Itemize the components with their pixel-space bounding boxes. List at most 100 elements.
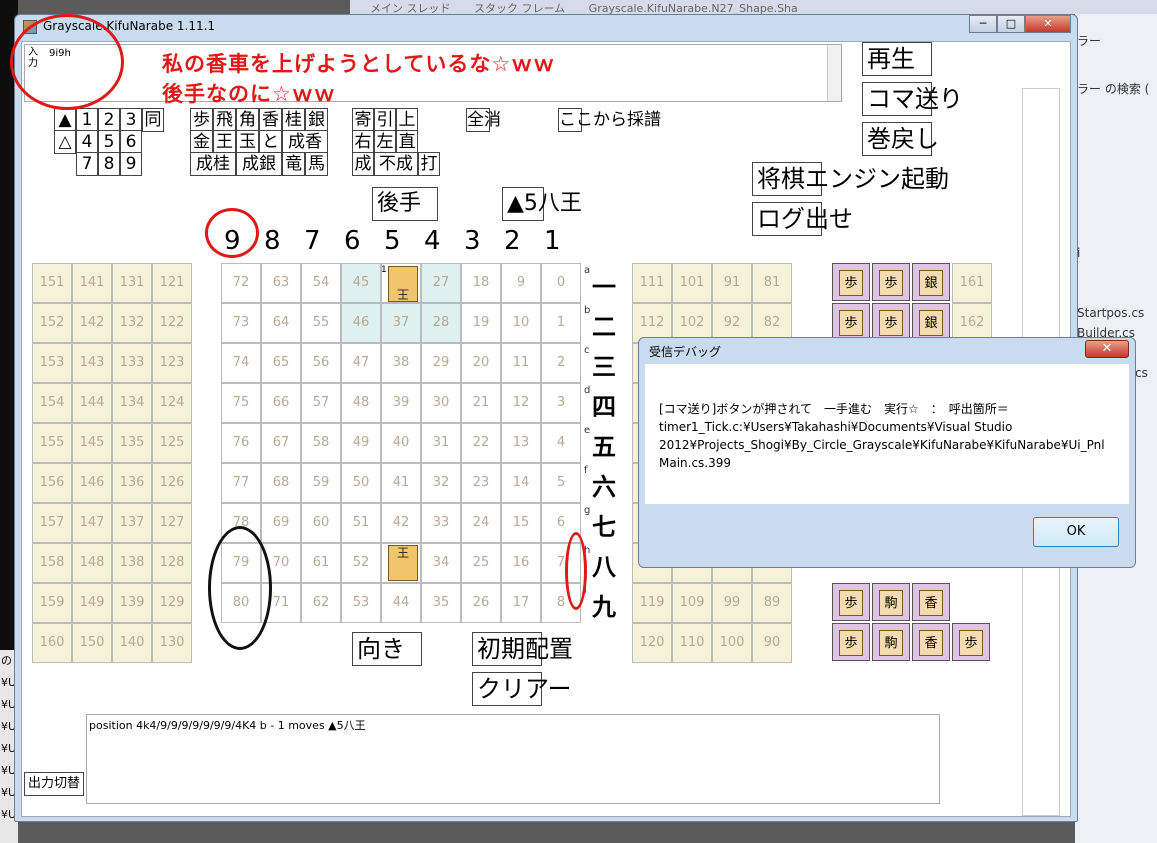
engine-button[interactable]: 将棋エンジン起動 (752, 162, 949, 196)
stand-cell[interactable]: 158 (32, 543, 72, 583)
board-cell[interactable]: 61 (301, 543, 341, 583)
board-cell[interactable]: 35 (421, 583, 461, 623)
minimize-button[interactable]: ─ (969, 15, 997, 33)
board-cell[interactable]: 17 (501, 583, 541, 623)
board-cell[interactable]: 19 (461, 303, 501, 343)
pad-5-button[interactable]: 5 (98, 130, 120, 154)
stand-cell[interactable]: 133 (112, 343, 152, 383)
board-cell[interactable]: 66 (261, 383, 301, 423)
board-cell[interactable]: 77 (221, 463, 261, 503)
dialog-ok-button[interactable]: OK (1033, 517, 1119, 547)
stand-cell[interactable]: 124 (152, 383, 192, 423)
board-cell[interactable]: 22 (461, 423, 501, 463)
stand-cell[interactable]: 89 (752, 583, 792, 623)
ryu-button[interactable]: 竜 (282, 152, 305, 176)
board-cell[interactable]: 76 (221, 423, 261, 463)
board-cell[interactable]: 69 (261, 503, 301, 543)
board-cell[interactable]: 15 (501, 503, 541, 543)
stand-cell[interactable]: 161 (952, 263, 992, 303)
board-cell[interactable]: 4 (541, 423, 581, 463)
stand-cell[interactable]: 125 (152, 423, 192, 463)
stand-cell[interactable]: 135 (112, 423, 152, 463)
clear-all-button[interactable]: 全消 (466, 108, 501, 132)
captured-piece-icon[interactable]: 歩 (952, 623, 990, 661)
captured-piece-icon[interactable]: 歩 (832, 583, 870, 621)
output-textbox[interactable]: position 4k4/9/9/9/9/9/9/9/4K4 b - 1 mov… (86, 714, 940, 804)
narikei-button[interactable]: 成桂 (190, 152, 236, 176)
stand-cell[interactable]: 121 (152, 263, 192, 303)
pad-3-button[interactable]: 3 (120, 108, 142, 132)
utsu-button[interactable]: 打 (418, 152, 440, 176)
stand-cell[interactable]: 153 (32, 343, 72, 383)
board-cell[interactable]: 9 (501, 263, 541, 303)
board-cell[interactable]: 38 (381, 343, 421, 383)
stand-cell[interactable]: 159 (32, 583, 72, 623)
direction-button[interactable]: 向き (352, 632, 422, 666)
captured-piece-icon[interactable]: 香 (912, 623, 950, 661)
stand-cell[interactable]: 91 (712, 263, 752, 303)
stand-cell[interactable]: 130 (152, 623, 192, 663)
ou-button[interactable]: 王 (213, 130, 236, 154)
board-cell[interactable]: 73 (221, 303, 261, 343)
close-button[interactable]: ✕ (1025, 15, 1071, 33)
pad-7-button[interactable]: 7 (76, 152, 98, 176)
pad-8-button[interactable]: 8 (98, 152, 120, 176)
stand-cell[interactable]: 148 (72, 543, 112, 583)
vs-tab[interactable]: メイン スレッド (370, 0, 451, 14)
board-cell[interactable]: 52 (341, 543, 381, 583)
board-cell[interactable]: 63 (261, 263, 301, 303)
captured-piece-icon[interactable]: 歩 (832, 623, 870, 661)
board-cell[interactable]: 11 (501, 343, 541, 383)
log-button[interactable]: ログ出せ (752, 202, 853, 236)
pad-9-button[interactable]: 9 (120, 152, 142, 176)
board-cell[interactable]: 18 (461, 263, 501, 303)
kin-button[interactable]: 金 (190, 130, 213, 154)
board-cell[interactable]: 51 (341, 503, 381, 543)
stand-cell[interactable]: 120 (632, 623, 672, 663)
board-cell[interactable]: 57 (301, 383, 341, 423)
narikyo-button[interactable]: 成香 (282, 130, 328, 154)
board-cell[interactable]: 44 (381, 583, 421, 623)
hisha-button[interactable]: 飛 (213, 108, 236, 132)
stand-cell[interactable]: 99 (712, 583, 752, 623)
pad-6-button[interactable]: 6 (120, 130, 142, 154)
captured-piece-icon[interactable]: 歩 (832, 303, 870, 341)
board-cell[interactable]: 29 (421, 343, 461, 383)
stand-cell[interactable]: 144 (72, 383, 112, 423)
captured-piece-icon[interactable]: 香 (912, 583, 950, 621)
stand-cell[interactable]: 90 (752, 623, 792, 663)
board-cell[interactable]: 28 (421, 303, 461, 343)
dialog-close-button[interactable]: ✕ (1085, 340, 1129, 358)
sente-king-piece[interactable]: 王 (388, 545, 418, 581)
naru-button[interactable]: 成 (352, 152, 374, 176)
board-cell[interactable]: 48 (341, 383, 381, 423)
pad-1-button[interactable]: 1 (76, 108, 98, 132)
gin-button[interactable]: 銀 (305, 108, 328, 132)
clear-button[interactable]: クリアー (472, 672, 572, 706)
stand-cell[interactable]: 129 (152, 583, 192, 623)
stand-cell[interactable]: 119 (632, 583, 672, 623)
board-cell[interactable]: 14 (501, 463, 541, 503)
tokin-button[interactable]: と (259, 130, 282, 154)
hiku-button[interactable]: 引 (374, 108, 396, 132)
kyo-button[interactable]: 香 (259, 108, 282, 132)
sugu-button[interactable]: 直 (396, 130, 418, 154)
stand-cell[interactable]: 123 (152, 343, 192, 383)
board-cell[interactable]: 47 (341, 343, 381, 383)
captured-piece-icon[interactable]: 銀 (912, 263, 950, 301)
stand-cell[interactable]: 127 (152, 503, 192, 543)
captured-piece-icon[interactable]: 銀 (912, 303, 950, 341)
board-cell[interactable]: 30 (421, 383, 461, 423)
board-cell[interactable]: 64 (261, 303, 301, 343)
board-cell[interactable]: 31 (421, 423, 461, 463)
pad-2-button[interactable]: 2 (98, 108, 120, 132)
hidari-button[interactable]: 左 (374, 130, 396, 154)
board-cell[interactable]: 26 (461, 583, 501, 623)
gote-button[interactable]: △ (54, 130, 76, 154)
stand-cell[interactable]: 147 (72, 503, 112, 543)
step-button[interactable]: コマ送り (862, 82, 963, 116)
board-cell[interactable]: 58 (301, 423, 341, 463)
board-cell[interactable]: 33 (421, 503, 461, 543)
yoru-button[interactable]: 寄 (352, 108, 374, 132)
stand-cell[interactable]: 138 (112, 543, 152, 583)
